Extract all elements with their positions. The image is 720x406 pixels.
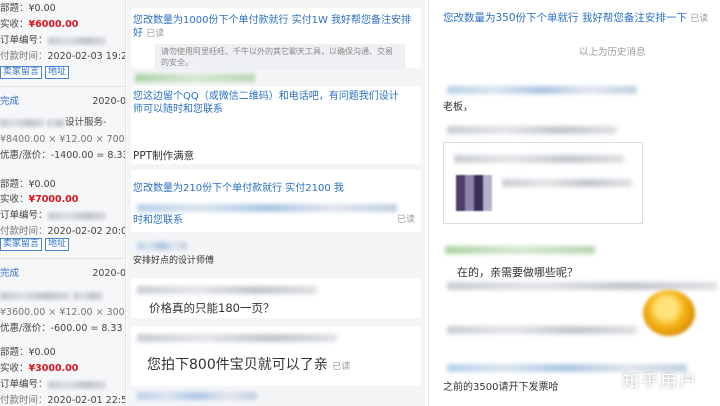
address-button[interactable]: 地址 <box>45 238 70 251</box>
chat-message: 在的，亲需要做哪些呢？ <box>457 266 578 279</box>
chat-message: 您改数量为1000份下个单付款就行 实付1W 我好帮您备注安排好 已读 <box>133 15 412 39</box>
address-button[interactable]: 地址 <box>45 66 70 79</box>
blurred-text <box>137 392 257 400</box>
read-status: 已读 <box>146 29 165 39</box>
chat-message: 您改数量为210份下个单付款就行 实付2100 我 <box>133 183 344 194</box>
blurred-text <box>447 282 717 290</box>
order-status-row: 完成 2020-0 <box>0 268 126 279</box>
blurred-text <box>137 204 397 212</box>
discount-line: 优惠/涨价：-1400.00 = 8.33 <box>0 150 126 161</box>
emoji-sticker-icon <box>643 290 695 336</box>
history-divider-label: 以上为历史消息 <box>579 47 646 58</box>
product-row: 设计服务- <box>0 116 125 130</box>
blurred-text <box>137 286 317 294</box>
actual-received: 实收：¥6000.00 <box>0 19 79 30</box>
chat-message: 价格真的只能180一页？ <box>149 301 275 315</box>
read-status: 已读 <box>332 362 351 372</box>
watermark: 知乎用户 <box>622 372 698 392</box>
discount-line: 优惠/涨价：-600.00 = 8.33 折 <box>0 323 126 334</box>
chat-message: 您改数量为350份下个单就行 我好帮您备注安排一下 已读 <box>443 12 709 24</box>
paid-amount: 部题：¥0.00 <box>0 179 56 190</box>
seller-message-button[interactable]: 卖家留言 <box>0 66 43 79</box>
chat-message: 老板， <box>443 102 473 113</box>
order-list-panel: 部题：¥0.00 实收：¥6000.00 订单编号： 付款时间：2020-02-… <box>0 0 126 406</box>
product-thumbnail <box>456 175 492 211</box>
blurred-text <box>447 86 637 94</box>
payment-time: 付款时间：2020-02-02 20:08:32 <box>0 226 126 237</box>
divider <box>0 86 125 87</box>
payment-time: 付款时间：2020-02-01 22:54:38 <box>0 395 126 406</box>
price-line: ¥8400.00 × ¥12.00 × 700 <box>0 134 125 145</box>
order-number: 订单编号： <box>0 209 125 223</box>
blurred-text <box>454 155 624 163</box>
blurred-text <box>502 179 632 187</box>
read-status: 已读 <box>690 14 709 24</box>
chat-panel-right: 您改数量为350份下个单就行 我好帮您备注安排一下 已读 以上为历史消息 老板，… <box>428 0 720 406</box>
paid-amount: 部题：¥0.00 <box>0 3 56 14</box>
divider <box>0 258 125 259</box>
actual-received: 实收：¥7000.00 <box>0 194 79 205</box>
order-actions: 卖家留言 地址 <box>0 66 125 80</box>
product-card[interactable] <box>443 142 643 224</box>
chat-message: 您这边留个QQ（或微信二维码）和电话吧，有问题我们设计师可以随时和您联系 <box>133 91 399 115</box>
chat-panel-middle: 您改数量为1000份下个单付款就行 实付1W 我好帮您备注安排好 已读 请勿使用… <box>127 0 425 406</box>
blurred-text <box>137 242 187 250</box>
chat-message: 时和您联系 已读 <box>133 215 416 226</box>
blurred-text <box>137 334 337 342</box>
paid-amount: 部题：¥0.00 <box>0 347 56 358</box>
payment-time: 付款时间：2020-02-03 19:22:12 <box>0 51 126 62</box>
read-status: 已读 <box>397 215 416 225</box>
order-number: 订单编号： <box>0 34 125 48</box>
chat-message: PPT制作满意 <box>133 150 195 162</box>
order-actions: 卖家留言 地址 <box>0 238 125 252</box>
blurred-text <box>447 126 617 134</box>
chat-message: 您拍下800件宝贝就可以了亲 已读 <box>147 357 351 373</box>
chat-message: 安排好点的设计师傅 <box>133 256 215 266</box>
safety-notice: 请勿使用阿里旺旺、千牛以外的其它聊天工具，以确保沟通、交易的安全。 <box>155 44 405 70</box>
blurred-username <box>135 74 255 82</box>
seller-message-button[interactable]: 卖家留言 <box>0 238 43 251</box>
blurred-text <box>447 326 637 334</box>
product-row <box>0 289 125 303</box>
order-status-row: 完成 2020-0 <box>0 96 126 107</box>
blurred-username <box>445 246 595 254</box>
price-line: ¥3600.00 × ¥12.00 × 300 <box>0 307 125 318</box>
order-number: 订单编号： <box>0 378 125 392</box>
actual-received: 实收：¥3000.00 <box>0 363 79 374</box>
